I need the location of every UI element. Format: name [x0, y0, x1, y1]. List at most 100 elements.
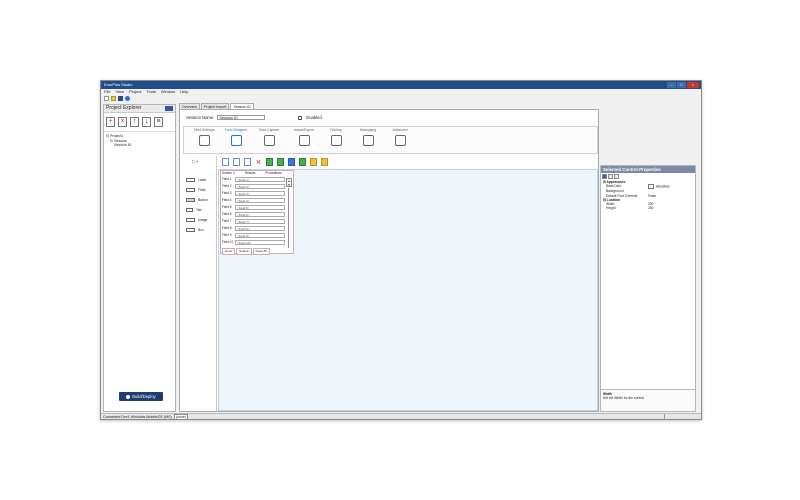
- window-controls: – □ ×: [667, 82, 699, 88]
- form-submit-button[interactable]: Submit: [236, 248, 252, 255]
- new-file-icon[interactable]: [104, 96, 109, 101]
- project-tree: ⊟ Project1 ⊟ Session Session ID: [104, 132, 175, 150]
- explorer-header: Project Explorer: [104, 105, 175, 113]
- form-row: Field 2 <Field 2>: [222, 183, 285, 189]
- status-tag: (none): [173, 414, 189, 419]
- build-deploy-button[interactable]: Build/Deploy: [119, 392, 163, 401]
- form-row: Field 10 <Field 10>: [222, 239, 285, 245]
- palette-image[interactable]: Image: [186, 218, 207, 222]
- form-header-results[interactable]: Results: [245, 171, 256, 175]
- category-field-settings[interactable]: Field Settings: [187, 128, 221, 146]
- gear-icon: [394, 135, 406, 146]
- category-data-capture[interactable]: Data Capture: [252, 128, 286, 146]
- session-name-input[interactable]: Session ID: [217, 115, 266, 120]
- properties-title: Selected Control Properties: [601, 166, 695, 173]
- new-form-icon[interactable]: [222, 158, 229, 166]
- pin-icon[interactable]: [165, 106, 173, 111]
- form-field-input[interactable]: <Field 9>: [235, 232, 285, 238]
- save-icon[interactable]: [118, 96, 123, 101]
- signal-icon: [263, 135, 275, 146]
- align-right-icon[interactable]: [288, 158, 295, 166]
- form-row: Field 5 <Field 5>: [222, 204, 285, 210]
- designer-toolbar: ×: [222, 158, 328, 167]
- align-left-icon[interactable]: [266, 158, 273, 166]
- palette-label[interactable]: Label: [186, 178, 206, 182]
- session-editor: Session Name: Session ID Enabled Field S…: [179, 109, 599, 412]
- paste-icon[interactable]: [244, 158, 251, 166]
- category-messaging[interactable]: Messaging: [351, 128, 385, 146]
- form-field-input[interactable]: <Field 6>: [235, 211, 285, 217]
- explorer-title: Project Explorer: [106, 105, 142, 111]
- form-field-input[interactable]: <Field 2>: [235, 183, 285, 189]
- app-window: EmuPlus Studio – □ × File View Project T…: [100, 80, 702, 420]
- enabled-checkbox[interactable]: [298, 115, 303, 120]
- align-top-icon[interactable]: [277, 158, 284, 166]
- form-field-input[interactable]: <Field 7>: [235, 218, 285, 224]
- status-separator: [664, 414, 665, 419]
- delete-control-icon[interactable]: ×: [255, 158, 262, 167]
- delete-icon[interactable]: ×: [118, 117, 127, 127]
- palette-box[interactable]: Box: [186, 228, 204, 232]
- same-size-icon[interactable]: [310, 158, 317, 166]
- form-done-button[interactable]: Done: [222, 248, 236, 255]
- properties-icon[interactable]: ≡: [154, 117, 163, 127]
- form-field-input[interactable]: <Field 10>: [235, 239, 285, 245]
- property-pages-icon[interactable]: [614, 174, 619, 179]
- wrench-icon: [198, 135, 210, 146]
- document-icon: [298, 135, 310, 146]
- form-header-screen[interactable]: Screen 1: [222, 171, 235, 175]
- control-palette: ▷+ Label Field Button Tab Image Box: [183, 156, 217, 411]
- label-control-icon: [186, 178, 195, 182]
- form-field-input[interactable]: <Field 4>: [235, 197, 285, 203]
- help-icon[interactable]: [125, 96, 130, 101]
- palette-field[interactable]: Field: [186, 188, 205, 192]
- form-field-input[interactable]: <Field 8>: [235, 225, 285, 231]
- palette-tab[interactable]: Tab: [186, 208, 201, 212]
- designed-form[interactable]: Screen 1 Results Procedures Field 1 <Fiel…: [220, 170, 294, 255]
- form-header-procedures[interactable]: Procedures: [265, 171, 281, 175]
- maximize-button[interactable]: □: [677, 82, 686, 88]
- tree-item-session-id[interactable]: Session ID: [105, 143, 174, 148]
- field-control-icon: [186, 188, 195, 192]
- window-title: EmuPlus Studio: [104, 82, 133, 87]
- form-field-input[interactable]: <Field 3>: [235, 190, 285, 196]
- form-field-input[interactable]: <Field 5>: [235, 204, 285, 210]
- printer-icon: [330, 135, 342, 146]
- form-row: Field 9 <Field 9>: [222, 232, 285, 238]
- alphabetical-icon[interactable]: [608, 174, 613, 179]
- bring-front-icon[interactable]: [321, 158, 328, 166]
- form-row: Field 1 <Field 1>: [222, 176, 285, 182]
- chat-icon: [362, 135, 374, 146]
- category-advanced[interactable]: Advanced: [383, 128, 417, 146]
- form-row: Field 3 <Field 3>: [222, 190, 285, 196]
- form-designer: ▷+ Label Field Button Tab Image Box × Sc…: [183, 156, 598, 411]
- form-header: Screen 1 Results Procedures: [222, 171, 282, 175]
- form-buttons: Done Submit Clear All: [222, 248, 270, 255]
- form-clear-all-button[interactable]: Clear All: [252, 248, 270, 255]
- open-folder-icon[interactable]: [111, 96, 116, 101]
- pointer-icon[interactable]: ▷+: [192, 159, 199, 165]
- session-name-label: Session Name:: [186, 115, 215, 120]
- category-strip: Field Settings Form Designer Data Captur…: [183, 126, 598, 154]
- category-import-export[interactable]: Import/Export: [287, 128, 321, 146]
- categorized-icon[interactable]: [602, 174, 607, 179]
- build-icon: [126, 394, 131, 399]
- form-field-input[interactable]: <Field 1>: [235, 176, 285, 182]
- move-down-icon[interactable]: ↓: [142, 117, 151, 127]
- dropdown-arrow-icon[interactable]: ▲ ▼: [286, 178, 292, 187]
- close-button[interactable]: ×: [687, 82, 699, 88]
- copy-icon[interactable]: [233, 158, 240, 166]
- design-canvas[interactable]: Screen 1 Results Procedures Field 1 <Fiel…: [218, 169, 598, 411]
- align-bottom-icon[interactable]: [299, 158, 306, 166]
- category-form-designer[interactable]: Form Designer: [219, 128, 253, 146]
- add-icon[interactable]: +: [106, 117, 115, 127]
- category-printing[interactable]: Printing: [319, 128, 353, 146]
- minimize-button[interactable]: –: [667, 82, 676, 88]
- move-up-icon[interactable]: ↑: [130, 117, 139, 127]
- session-name-row: Session Name: Session ID Enabled: [186, 115, 322, 120]
- palette-button[interactable]: Button: [186, 198, 208, 202]
- status-text: Connected Dev1 Windows Mobile/CE (MS): [103, 415, 172, 419]
- property-row[interactable]: Height 250: [603, 206, 695, 210]
- color-swatch: [648, 184, 654, 190]
- button-control-icon: [186, 198, 195, 202]
